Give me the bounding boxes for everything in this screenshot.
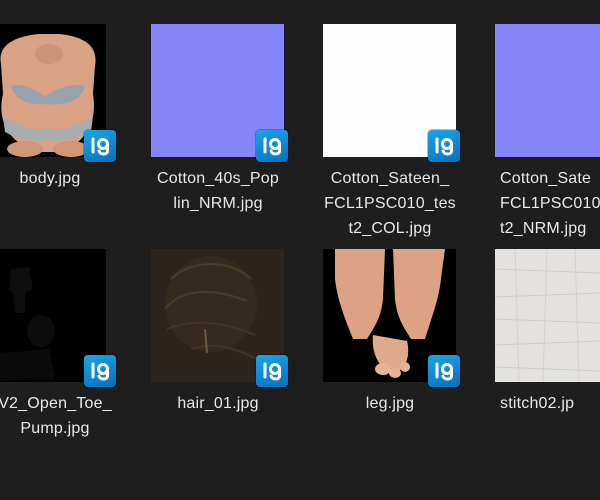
app-file-badge-icon [428,355,460,387]
file-name: body.jpg [19,170,81,187]
file-item-cotton-sateen-col[interactable]: Cotton_Sateen_ FCL1PSC010_tes t2_COL.jpg [306,24,460,244]
app-file-badge-icon [256,355,288,387]
file-name: leg.jpg [365,395,415,412]
file-item-leg[interactable]: leg.jpg [306,249,460,469]
file-name: V2_Open_Toe_ Pump.jpg [0,395,112,437]
thumbnail [495,249,600,382]
file-name: Cotton_Sateen_ FCL1PSC010_tes t2_COL.jpg [324,170,456,237]
file-grid: body.jpg Cotton_40s_Pop lin_NRM.jpg Cott… [0,0,600,500]
file-item-hair-01[interactable]: hair_01.jpg [134,249,288,469]
file-name: stitch02.jp [500,395,575,412]
file-name: hair_01.jpg [177,395,259,412]
thumbnail [495,24,600,157]
stitch-texture-image [495,249,600,382]
file-name: Cotton_Sate FCL1PSC010 t2_NRM.jpg [500,170,600,237]
file-item-cotton-40s-poplin-nrm[interactable]: Cotton_40s_Pop lin_NRM.jpg [134,24,288,244]
app-file-badge-icon [428,130,460,162]
file-item-open-toe-pump[interactable]: V2_Open_Toe_ Pump.jpg [0,249,144,469]
file-name: Cotton_40s_Pop lin_NRM.jpg [156,170,279,212]
app-file-badge-icon [256,130,288,162]
app-file-badge-icon [84,130,116,162]
file-item-stitch02[interactable]: stitch02.jp [478,249,600,469]
file-item-cotton-sateen-nrm[interactable]: Cotton_Sate FCL1PSC010 t2_NRM.jpg [478,24,600,244]
app-file-badge-icon [84,355,116,387]
